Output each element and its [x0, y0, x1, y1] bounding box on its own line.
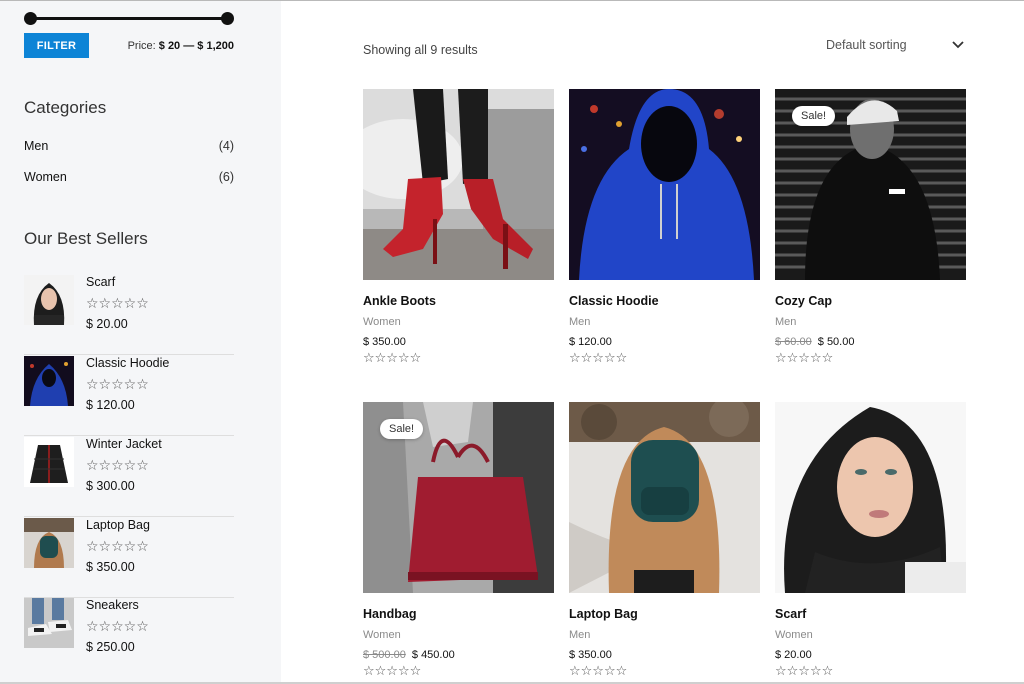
- product-image[interactable]: [569, 402, 760, 593]
- product-title[interactable]: Laptop Bag: [569, 607, 760, 621]
- price-range-value: $ 20 — $ 1,200: [158, 40, 234, 52]
- best-seller-price: $ 300.00: [86, 479, 135, 493]
- product-thumbnail[interactable]: [24, 437, 74, 487]
- best-seller-price: $ 20.00: [86, 317, 128, 331]
- product-card[interactable]: Scarf Women $ 20.00 ☆☆☆☆☆: [775, 402, 966, 677]
- product-image[interactable]: [775, 402, 966, 593]
- category-label[interactable]: Men: [24, 139, 48, 153]
- product-thumbnail[interactable]: [24, 598, 74, 648]
- sort-select[interactable]: Default sorting: [826, 38, 966, 56]
- product-card[interactable]: Sale! Cozy Cap Men $ 60.00 $ 50.00 ☆☆☆☆☆: [775, 89, 966, 364]
- product-current-price: $ 20.00: [775, 649, 812, 661]
- product-title[interactable]: Handbag: [363, 607, 554, 621]
- star-rating-icon: ☆☆☆☆☆: [86, 457, 149, 473]
- product-category[interactable]: Women: [363, 629, 554, 641]
- category-item-men[interactable]: Men (4): [24, 139, 234, 153]
- product-category[interactable]: Men: [569, 629, 760, 641]
- best-seller-item[interactable]: Laptop Bag ☆☆☆☆☆ $ 350.00: [24, 518, 234, 598]
- product-category[interactable]: Men: [775, 316, 966, 328]
- product-current-price: $ 450.00: [411, 649, 455, 661]
- best-seller-name[interactable]: Winter Jacket: [86, 437, 162, 451]
- best-seller-item[interactable]: Classic Hoodie ☆☆☆☆☆ $ 120.00: [24, 356, 234, 436]
- product-old-price: $ 500.00: [363, 649, 406, 661]
- best-seller-price: $ 350.00: [86, 560, 135, 574]
- product-thumbnail[interactable]: [24, 518, 74, 568]
- star-rating-icon: ☆☆☆☆☆: [86, 376, 149, 392]
- product-current-price: $ 120.00: [569, 336, 612, 348]
- price-slider-max-handle[interactable]: [221, 12, 234, 25]
- best-sellers-title: Our Best Sellers: [24, 229, 148, 248]
- best-seller-price: $ 250.00: [86, 640, 135, 654]
- product-current-price: $ 350.00: [363, 336, 406, 348]
- star-rating-icon: ☆☆☆☆☆: [775, 350, 834, 365]
- product-category[interactable]: Women: [363, 316, 554, 328]
- best-seller-item[interactable]: Sneakers ☆☆☆☆☆ $ 250.00: [24, 598, 234, 678]
- product-old-price: $ 60.00: [775, 336, 812, 348]
- product-price: $ 350.00: [363, 336, 554, 348]
- star-rating-icon: ☆☆☆☆☆: [86, 295, 149, 311]
- star-rating-icon: ☆☆☆☆☆: [86, 618, 149, 634]
- sale-badge: Sale!: [380, 419, 424, 439]
- star-rating-icon: ☆☆☆☆☆: [775, 663, 834, 678]
- product-title[interactable]: Classic Hoodie: [569, 294, 760, 308]
- product-thumbnail[interactable]: [24, 356, 74, 406]
- product-card[interactable]: Classic Hoodie Men $ 120.00 ☆☆☆☆☆: [569, 89, 760, 364]
- price-slider[interactable]: [24, 12, 234, 25]
- filter-button[interactable]: FILTER: [24, 33, 89, 58]
- category-label[interactable]: Women: [24, 170, 67, 184]
- product-card[interactable]: Ankle Boots Women $ 350.00 ☆☆☆☆☆: [363, 89, 554, 364]
- product-title[interactable]: Scarf: [775, 607, 966, 621]
- best-seller-item[interactable]: Winter Jacket ☆☆☆☆☆ $ 300.00: [24, 437, 234, 517]
- best-seller-item[interactable]: Scarf ☆☆☆☆☆ $ 20.00: [24, 275, 234, 355]
- product-price: $ 20.00: [775, 649, 966, 661]
- sale-badge: Sale!: [792, 106, 836, 126]
- best-seller-name[interactable]: Sneakers: [86, 598, 139, 612]
- product-image[interactable]: [363, 89, 554, 280]
- category-count: (6): [218, 170, 234, 184]
- best-seller-name[interactable]: Classic Hoodie: [86, 356, 169, 370]
- product-card[interactable]: Laptop Bag Men $ 350.00 ☆☆☆☆☆: [569, 402, 760, 677]
- best-seller-name[interactable]: Laptop Bag: [86, 518, 150, 532]
- product-title[interactable]: Cozy Cap: [775, 294, 966, 308]
- best-seller-name[interactable]: Scarf: [86, 275, 115, 289]
- star-rating-icon: ☆☆☆☆☆: [363, 663, 422, 678]
- price-slider-min-handle[interactable]: [24, 12, 37, 25]
- product-current-price: $ 350.00: [569, 649, 612, 661]
- product-thumbnail[interactable]: [24, 275, 74, 325]
- product-category[interactable]: Men: [569, 316, 760, 328]
- product-title[interactable]: Ankle Boots: [363, 294, 554, 308]
- price-range-label: Price: $ 20 — $ 1,200: [128, 40, 234, 52]
- categories-title: Categories: [24, 98, 107, 117]
- sort-select-value[interactable]: Default sorting: [826, 38, 907, 52]
- product-card[interactable]: Sale! Handbag Women $ 500.00 $ 450.00 ☆☆…: [363, 402, 554, 677]
- product-image[interactable]: [569, 89, 760, 280]
- category-count: (4): [218, 139, 234, 153]
- product-image[interactable]: Sale!: [363, 402, 554, 593]
- product-price: $ 120.00: [569, 336, 760, 348]
- product-category[interactable]: Women: [775, 629, 966, 641]
- price-prefix: Price:: [127, 40, 156, 52]
- sidebar: FILTER Price: $ 20 — $ 1,200 Categories …: [0, 1, 281, 682]
- product-image[interactable]: Sale!: [775, 89, 966, 280]
- category-item-women[interactable]: Women (6): [24, 170, 234, 184]
- star-rating-icon: ☆☆☆☆☆: [86, 538, 149, 554]
- best-seller-price: $ 120.00: [86, 398, 135, 412]
- product-price: $ 350.00: [569, 649, 760, 661]
- results-count: Showing all 9 results: [363, 43, 478, 57]
- product-price: $ 500.00 $ 450.00: [363, 649, 554, 661]
- star-rating-icon: ☆☆☆☆☆: [363, 350, 422, 365]
- product-current-price: $ 50.00: [817, 336, 855, 348]
- star-rating-icon: ☆☆☆☆☆: [569, 663, 628, 678]
- chevron-down-icon[interactable]: [952, 38, 964, 52]
- star-rating-icon: ☆☆☆☆☆: [569, 350, 628, 365]
- product-price: $ 60.00 $ 50.00: [775, 336, 966, 348]
